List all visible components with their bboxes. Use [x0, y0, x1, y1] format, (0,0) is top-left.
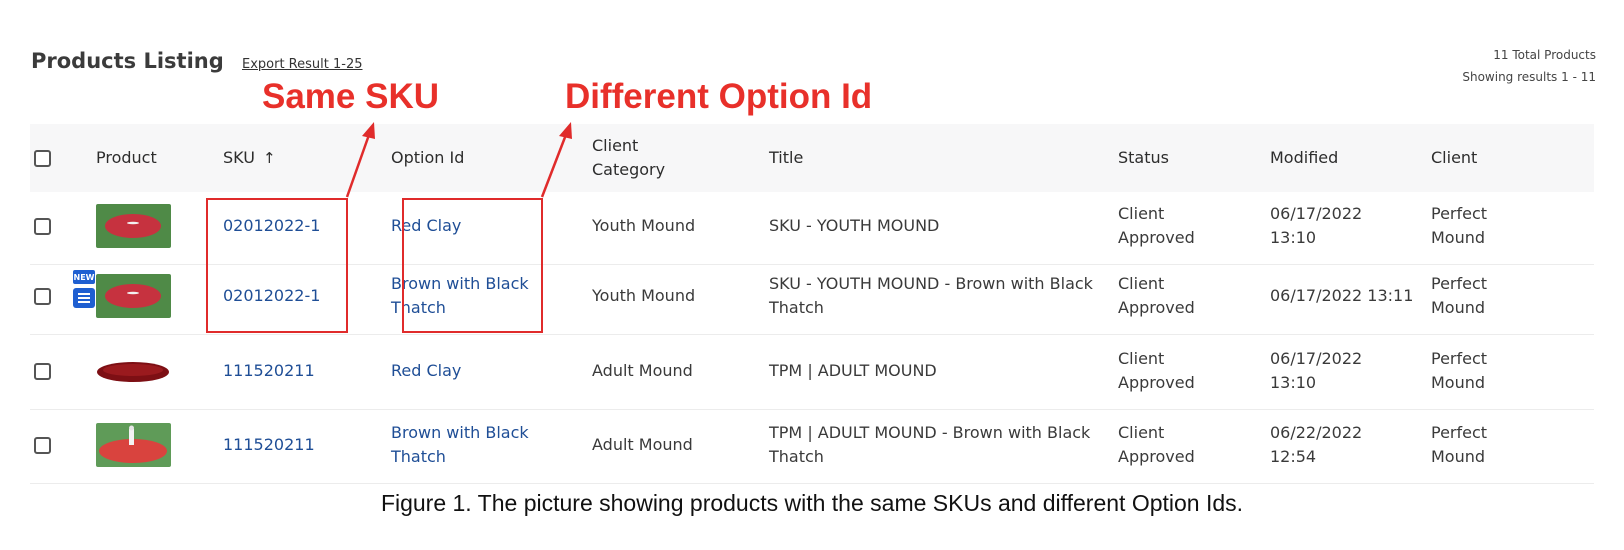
sku-link[interactable]: 111520211 [223, 333, 315, 409]
column-option-id: Option Id [391, 148, 465, 167]
client: Perfect Mound [1431, 188, 1487, 264]
column-client-category-line2: Category [592, 160, 666, 179]
client-line2: Mound [1431, 228, 1486, 247]
status-line1: Client [1118, 349, 1165, 368]
client-line2: Mound [1431, 298, 1486, 317]
sku-highlight-box [206, 198, 348, 333]
option-id-link[interactable]: Brown with Black Thatch [391, 407, 529, 483]
client-line1: Perfect [1431, 204, 1488, 223]
status-line2: Approved [1118, 298, 1195, 317]
option-id-link[interactable]: Red Clay [391, 333, 461, 409]
annotation-different-option: Different Option Id [565, 77, 873, 116]
row-checkbox[interactable] [34, 217, 51, 235]
adult-mound-thumbnail[interactable] [96, 349, 171, 393]
client: Perfect Mound [1431, 333, 1487, 409]
option-id-line1: Brown with Black [391, 423, 529, 442]
table-header: Product SKU ↑ Option Id Client Category … [30, 124, 1594, 192]
status-line1: Client [1118, 423, 1165, 442]
client-line2: Mound [1431, 447, 1486, 466]
modified-line1: 06/22/2022 [1270, 423, 1363, 442]
table-row[interactable]: 111520211 Brown with Black Thatch Adult … [30, 407, 1594, 484]
product-title: TPM | ADULT MOUND [769, 361, 937, 380]
annotation-same-sku: Same SKU [262, 77, 440, 116]
column-sku-label: SKU [223, 148, 255, 167]
column-client-category-line1: Client [592, 136, 639, 155]
option-id-highlight-box [402, 198, 543, 333]
product-title: TPM | ADULT MOUND - Brown with Black Tha… [769, 407, 1090, 483]
export-result-link[interactable]: Export Result 1-25 [242, 57, 363, 72]
column-client-category: Client Category [592, 124, 665, 192]
column-product: Product [96, 148, 157, 167]
status: Client Approved [1118, 258, 1195, 334]
title-line2: Thatch [769, 447, 824, 466]
column-title: Title [769, 148, 804, 167]
column-modified: Modified [1270, 148, 1339, 167]
row-checkbox[interactable] [34, 436, 51, 454]
table-row[interactable]: 111520211 Red Clay Adult Mound TPM | ADU… [30, 333, 1594, 410]
client: Perfect Mound [1431, 407, 1487, 483]
client-line1: Perfect [1431, 349, 1488, 368]
status-line2: Approved [1118, 447, 1195, 466]
youth-mound-thumbnail[interactable] [96, 274, 171, 318]
client-category: Adult Mound [592, 435, 693, 454]
client-category: Youth Mound [592, 286, 696, 305]
product-title: SKU - YOUTH MOUND - Brown with Black Tha… [769, 258, 1093, 334]
column-status: Status [1118, 148, 1169, 167]
arrow-up-icon[interactable]: ↑ [263, 146, 276, 170]
modified-line2: 13:10 [1270, 228, 1317, 247]
client-category: Adult Mound [592, 361, 693, 380]
page-title: Products Listing [31, 49, 224, 73]
client-line2: Mound [1431, 373, 1486, 392]
figure-caption: Figure 1. The picture showing products w… [380, 490, 1244, 516]
modified: 06/17/2022 13:11 [1270, 286, 1414, 305]
client: Perfect Mound [1431, 258, 1487, 334]
new-indicator: NEW [73, 270, 97, 318]
column-client: Client [1431, 148, 1478, 167]
modified-line2: 13:10 [1270, 373, 1317, 392]
modified: 06/17/2022 13:10 [1270, 333, 1362, 409]
modified: 06/17/2022 13:10 [1270, 188, 1362, 264]
message-icon[interactable] [73, 288, 95, 308]
modified-line1: 06/17/2022 [1270, 204, 1363, 223]
title-line2: Thatch [769, 298, 824, 317]
title-line1: TPM | ADULT MOUND - Brown with Black [769, 423, 1091, 442]
modified-line1: 06/17/2022 [1270, 349, 1363, 368]
title-line1: SKU - YOUTH MOUND - Brown with Black [769, 274, 1093, 293]
results-summary: 11 Total Products Showing results 1 - 11 [1462, 44, 1596, 88]
select-all-checkbox[interactable] [34, 149, 51, 167]
column-sku[interactable]: SKU ↑ [223, 124, 276, 192]
total-products: 11 Total Products [1493, 48, 1596, 62]
option-id-line2: Thatch [391, 447, 446, 466]
modified: 06/22/2022 12:54 [1270, 407, 1362, 483]
status: Client Approved [1118, 407, 1195, 483]
status-line2: Approved [1118, 373, 1195, 392]
new-badge: NEW [73, 270, 95, 284]
status-line1: Client [1118, 274, 1165, 293]
client-line1: Perfect [1431, 423, 1488, 442]
youth-mound-thumbnail[interactable] [96, 204, 171, 248]
status: Client Approved [1118, 333, 1195, 409]
pitcher-mound-thumbnail[interactable] [96, 423, 171, 467]
row-checkbox[interactable] [34, 362, 51, 380]
client-line1: Perfect [1431, 274, 1488, 293]
row-checkbox[interactable] [34, 287, 51, 305]
product-title: SKU - YOUTH MOUND [769, 216, 940, 235]
select-all-checkbox-cell[interactable] [34, 124, 51, 192]
modified-line2: 12:54 [1270, 447, 1317, 466]
status-line2: Approved [1118, 228, 1195, 247]
status: Client Approved [1118, 188, 1195, 264]
status-line1: Client [1118, 204, 1165, 223]
sku-link[interactable]: 111520211 [223, 407, 315, 483]
client-category: Youth Mound [592, 216, 696, 235]
showing-results: Showing results 1 - 11 [1462, 70, 1596, 84]
